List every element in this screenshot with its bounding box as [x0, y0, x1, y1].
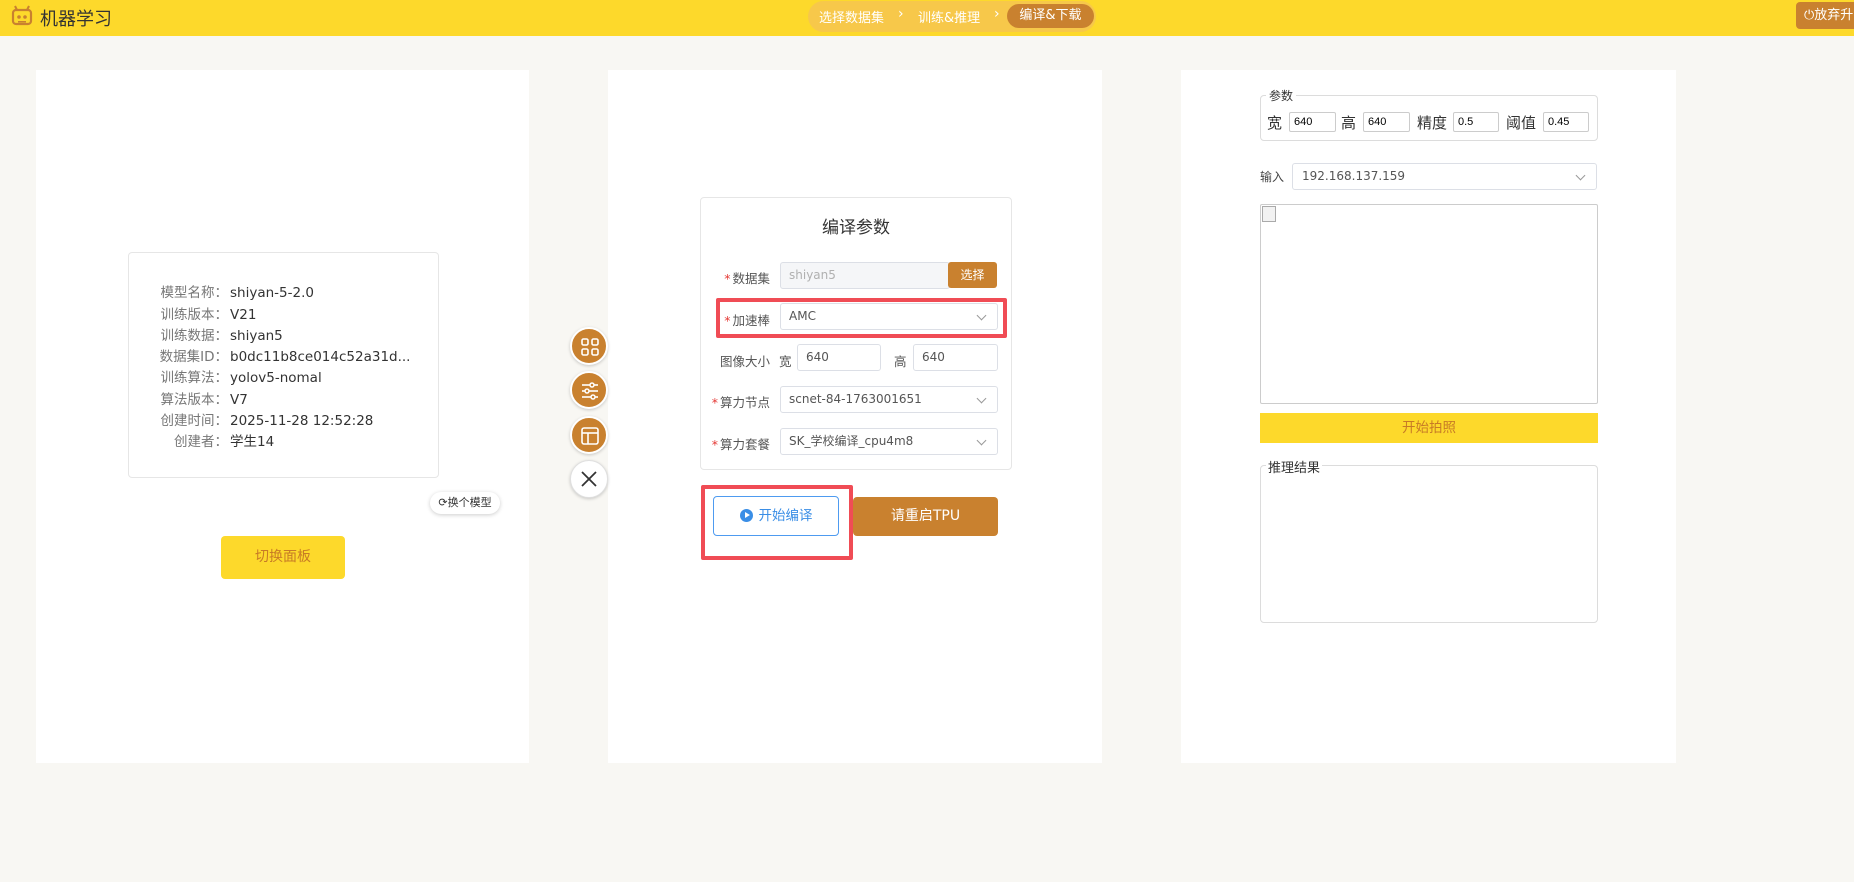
step-separator-icon: › [994, 6, 1000, 22]
compute-node-select[interactable]: scnet-84-1763001651 [780, 386, 998, 413]
accelerator-select[interactable]: AMC [780, 303, 998, 330]
dataset-label: * 数据集 [724, 271, 770, 286]
input-source-select[interactable]: 192.168.137.159 [1292, 163, 1597, 190]
settings-sliders-button[interactable] [570, 371, 608, 409]
param-precision-label: 精度 [1417, 114, 1448, 132]
camera-preview [1260, 204, 1598, 404]
step-separator-icon: › [898, 6, 904, 22]
sliders-icon [582, 382, 598, 400]
info-row-train-version: 训练版本： V21 [160, 307, 257, 323]
compute-package-label: * 算力套餐 [711, 437, 770, 452]
compile-form-title: 编译参数 [822, 218, 890, 238]
info-row-creator: 创建者： 学生14 [174, 434, 275, 450]
height-label: 高 [894, 354, 907, 369]
apps-grid-icon [581, 338, 599, 356]
close-button[interactable] [570, 460, 608, 498]
info-row-train-data: 训练数据： shiyan5 [160, 328, 283, 344]
step-train-infer[interactable]: 训练&推理 [918, 7, 980, 26]
inference-result-box [1260, 465, 1598, 623]
dataset-input[interactable]: shiyan5 [780, 262, 950, 289]
close-icon [581, 471, 597, 487]
param-width-input[interactable] [1289, 112, 1336, 132]
width-label: 宽 [779, 354, 792, 369]
image-height-input[interactable]: 640 [913, 344, 998, 371]
param-height-label: 高 [1341, 114, 1357, 132]
param-threshold-label: 阈值 [1506, 114, 1537, 132]
switch-model-button[interactable]: ⟳换个模型 [430, 492, 500, 514]
top-header: 机器学习 选择数据集 › 训练&推理 › 编译&下载 ⏻放弃升 [0, 0, 1854, 36]
step-select-dataset[interactable]: 选择数据集 [819, 7, 884, 26]
info-row-algo-version: 算法版本： V7 [160, 392, 248, 408]
start-capture-button[interactable]: 开始拍照 [1260, 413, 1598, 443]
info-row-dataset-id: 数据集ID： b0dc11b8ce014c52a31d... [159, 349, 411, 365]
layout-icon [581, 427, 599, 445]
param-width-label: 宽 [1267, 114, 1283, 132]
step-compile-download[interactable]: 编译&下载 [1007, 4, 1094, 28]
inference-result-label: 推理结果 [1266, 457, 1323, 476]
param-threshold-input[interactable] [1543, 112, 1589, 132]
compute-package-select[interactable]: SK_学校编译_cpu4m8 [780, 428, 998, 455]
robot-logo-icon [11, 5, 33, 26]
play-icon [739, 509, 753, 522]
param-height-input[interactable] [1363, 112, 1410, 132]
compute-node-label: * 算力节点 [711, 395, 770, 410]
info-row-algorithm: 训练算法： yolov5-nomal [160, 370, 322, 386]
apps-grid-button[interactable] [570, 327, 608, 365]
param-precision-input[interactable] [1453, 112, 1499, 132]
image-width-input[interactable]: 640 [797, 344, 881, 371]
model-info-card: 模型名称： shiyan-5-2.0 训练版本： V21 训练数据： shiyan5 … [128, 252, 439, 478]
refresh-icon: ⟳ [438, 496, 448, 509]
accelerator-label: * 加速棒 [724, 313, 770, 328]
switch-panel-button[interactable]: 切换面板 [221, 536, 345, 579]
power-icon: ⏻ [1804, 8, 1815, 23]
image-size-label: 图像大小 [719, 354, 770, 369]
input-source-label: 输入 [1260, 170, 1285, 184]
params-legend: 参数 [1266, 87, 1297, 104]
restart-tpu-button[interactable]: 请重启TPU [853, 497, 998, 536]
broken-image-icon [1262, 206, 1276, 222]
app-title: 机器学习 [40, 9, 112, 30]
info-row-created-time: 创建时间： 2025-11-28 12:52:28 [160, 413, 374, 429]
choose-dataset-button[interactable]: 选择 [948, 262, 997, 288]
quit-button[interactable]: ⏻放弃升 [1796, 2, 1854, 29]
info-row-model-name: 模型名称： shiyan-5-2.0 [160, 285, 314, 301]
layout-button[interactable] [570, 416, 608, 454]
start-compile-button[interactable]: 开始编译 [713, 496, 839, 536]
